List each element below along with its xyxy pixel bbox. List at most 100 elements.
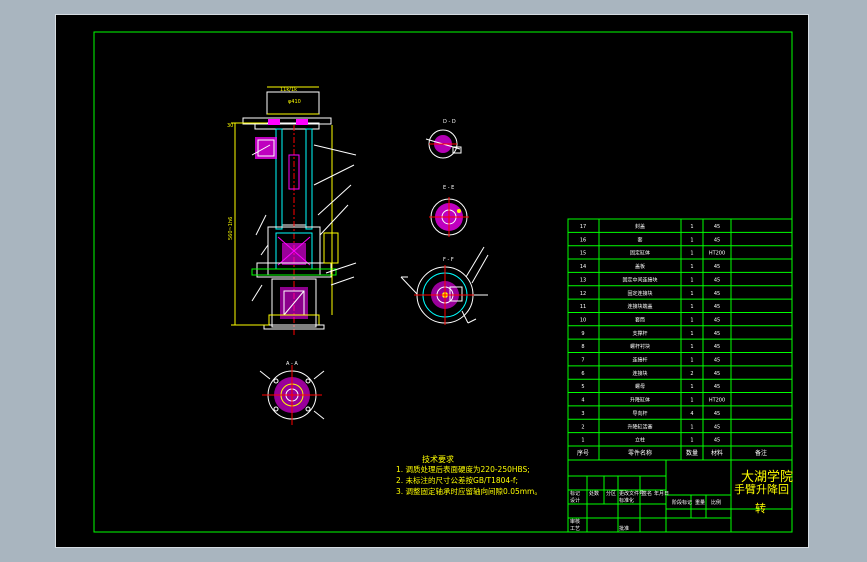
tb-label-scale: 比例 bbox=[711, 499, 721, 506]
main-assembly-view: 11k/1k φ410 560~1h6 30 bbox=[227, 86, 357, 335]
title-block: 标记 处数 分区 更改文件号 签名 年月日 设计 标准化 审核 工艺 批准 阶段… bbox=[567, 459, 793, 533]
parts-table-cell-no: 12 bbox=[580, 291, 586, 297]
parts-table-cell-no: 13 bbox=[580, 277, 586, 283]
dim-top-dia: φ410 bbox=[288, 99, 301, 105]
tb-label-design: 设计 bbox=[570, 497, 580, 504]
parts-table-cell-qty: 1 bbox=[690, 264, 693, 270]
tb-label-craft: 工艺 bbox=[570, 526, 580, 532]
parts-table-cell-material: HT200 bbox=[709, 251, 725, 257]
dim-left-mark: 30 bbox=[227, 123, 233, 129]
parts-table-cell-material: 45 bbox=[714, 291, 720, 297]
parts-table-cell-qty: 2 bbox=[690, 371, 693, 377]
parts-table-cell-material: 45 bbox=[714, 358, 720, 364]
parts-table-cell-material: 45 bbox=[714, 224, 720, 230]
parts-table-cell-qty: 1 bbox=[690, 291, 693, 297]
parts-table-header-no: 序号 bbox=[577, 449, 589, 457]
parts-table-cell-qty: 1 bbox=[690, 424, 693, 430]
tb-label-stage: 阶段标记 bbox=[672, 499, 692, 506]
cad-viewport: 11k/1k φ410 560~1h6 30 D - D E - E F - F… bbox=[0, 0, 867, 562]
parts-table: 17 封盖 1 4516 套 1 4515 固定缸体 1 HT20014 盖板 1 4513 固定中间连接… bbox=[567, 218, 793, 461]
section-view-e: E - E bbox=[429, 185, 469, 237]
tb-label-approve: 批准 bbox=[619, 525, 629, 532]
parts-table-cell-material: 45 bbox=[714, 331, 720, 337]
parts-table-cell-qty: 1 bbox=[690, 344, 693, 350]
parts-table-cell-name: 升降缸活塞 bbox=[627, 423, 652, 430]
parts-table-cell-qty: 1 bbox=[690, 398, 693, 404]
parts-table-cell-qty: 1 bbox=[690, 277, 693, 283]
parts-table-cell-name: 螺杆衬块 bbox=[630, 343, 650, 350]
parts-table-cell-no: 3 bbox=[581, 411, 584, 417]
parts-table-cell-qty: 1 bbox=[690, 358, 693, 364]
section-view-d: D - D bbox=[425, 119, 462, 159]
drawing-svg: 11k/1k φ410 560~1h6 30 D - D E - E F - F… bbox=[93, 31, 793, 533]
parts-table-cell-name: 连接块 bbox=[632, 370, 647, 377]
parts-table-cell-name: 固定连接块 bbox=[627, 290, 652, 297]
parts-table-cell-no: 4 bbox=[581, 398, 584, 404]
parts-table-cell-name: 连接块端盖 bbox=[627, 303, 652, 310]
parts-table-cell-no: 9 bbox=[581, 331, 584, 337]
parts-table-cell-qty: 1 bbox=[690, 317, 693, 323]
section-label-d: D - D bbox=[443, 119, 456, 125]
tech-req-title: 技术要求 bbox=[422, 454, 454, 464]
parts-table-cell-material: 45 bbox=[714, 438, 720, 444]
parts-table-cell-qty: 1 bbox=[690, 237, 693, 243]
tb-label-mark: 标记 bbox=[570, 490, 580, 497]
tb-label-area: 分区 bbox=[606, 490, 616, 497]
parts-table-cell-material: 45 bbox=[714, 411, 720, 417]
parts-table-header-remark: 备注 bbox=[755, 449, 767, 457]
parts-table-cell-material: 45 bbox=[714, 304, 720, 310]
parts-table-cell-qty: 1 bbox=[690, 384, 693, 390]
dim-overall-height: 560~1h6 bbox=[228, 217, 234, 240]
parts-table-cell-material: 45 bbox=[714, 424, 720, 430]
section-label-f: F - F bbox=[443, 257, 454, 263]
parts-table-cell-no: 6 bbox=[581, 371, 584, 377]
tb-label-std: 标准化 bbox=[619, 497, 634, 504]
parts-table-cell-qty: 1 bbox=[690, 331, 693, 337]
parts-table-cell-name: 连接杆 bbox=[632, 357, 647, 364]
parts-table-cell-name: 导向杆 bbox=[632, 410, 647, 417]
parts-table-cell-no: 16 bbox=[580, 237, 586, 243]
parts-table-cell-no: 2 bbox=[581, 424, 584, 430]
section-label-e: E - E bbox=[443, 185, 454, 191]
parts-table-cell-qty: 4 bbox=[690, 411, 693, 417]
tb-label-doc: 更改文件号 bbox=[619, 490, 644, 497]
tb-label-sign: 签名 bbox=[642, 490, 652, 497]
parts-table-cell-qty: 1 bbox=[690, 251, 693, 257]
tech-requirements: 技术要求 1. 调质处理后表面硬度为220-250HBS; 2. 未标注的尺寸公… bbox=[396, 454, 542, 496]
tb-title-line1: 手臂升降回 bbox=[734, 482, 789, 496]
parts-table-cell-material: 45 bbox=[714, 384, 720, 390]
parts-table-cell-no: 8 bbox=[581, 344, 584, 350]
tb-label-date: 年月日 bbox=[654, 490, 669, 497]
parts-table-cell-name: 盖板 bbox=[635, 263, 645, 270]
parts-table-cell-qty: 1 bbox=[690, 224, 693, 230]
tech-req-line-3: 3. 调整固定轴承时应留轴向间隙0.05mm。 bbox=[396, 486, 542, 496]
parts-table-cell-no: 17 bbox=[580, 224, 586, 230]
parts-table-header-qty: 数量 bbox=[686, 449, 698, 457]
parts-table-header-name: 零件名称 bbox=[628, 449, 652, 457]
parts-table-cell-no: 10 bbox=[580, 317, 586, 323]
parts-table-cell-name: 螺母 bbox=[635, 383, 645, 390]
parts-table-cell-no: 1 bbox=[581, 438, 584, 444]
parts-table-cell-no: 11 bbox=[580, 304, 586, 310]
parts-table-cell-name: 固定缸体 bbox=[630, 250, 650, 257]
parts-table-cell-material: 45 bbox=[714, 277, 720, 283]
tb-label-count: 处数 bbox=[589, 490, 599, 497]
dim-top-width: 11k/1k bbox=[280, 87, 297, 93]
tech-req-line-2: 2. 未标注的尺寸公差按GB/T1804-f; bbox=[396, 475, 518, 485]
parts-table-cell-name: 立柱 bbox=[635, 437, 645, 444]
parts-table-header-material: 材料 bbox=[711, 449, 723, 457]
parts-table-cell-no: 15 bbox=[580, 251, 586, 257]
drawing-canvas: 11k/1k φ410 560~1h6 30 D - D E - E F - F… bbox=[55, 14, 809, 548]
parts-table-cell-no: 7 bbox=[581, 358, 584, 364]
parts-table-cell-name: 封盖 bbox=[635, 223, 645, 230]
parts-table-cell-name: 支撑杆 bbox=[632, 330, 647, 337]
parts-table-cell-no: 5 bbox=[581, 384, 584, 390]
parts-table-cell-name: 固定中间连接块 bbox=[622, 276, 657, 283]
parts-table-cell-material: HT200 bbox=[709, 398, 725, 404]
parts-table-cell-name: 套筒 bbox=[635, 316, 645, 323]
parts-table-cell-material: 45 bbox=[714, 317, 720, 323]
tb-label-check: 审核 bbox=[570, 518, 580, 525]
parts-table-cell-qty: 1 bbox=[690, 304, 693, 310]
parts-table-cell-no: 14 bbox=[580, 264, 586, 270]
tech-req-line-1: 1. 调质处理后表面硬度为220-250HBS; bbox=[396, 464, 530, 474]
